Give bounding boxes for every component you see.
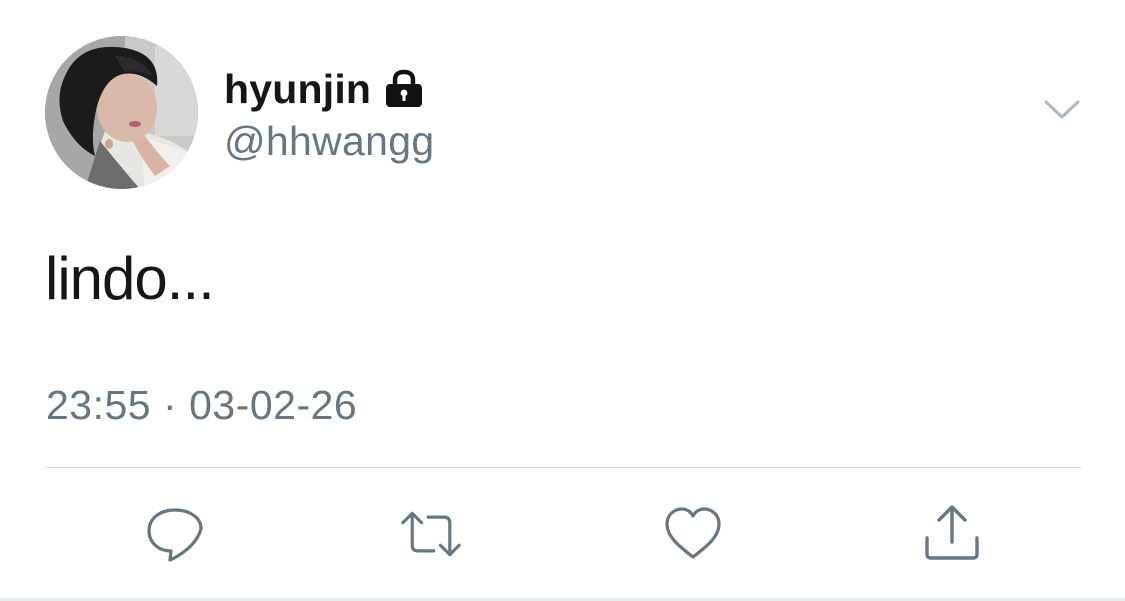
heart-icon <box>665 507 721 559</box>
display-name[interactable]: hyunjin <box>224 66 371 113</box>
reply-icon <box>147 508 203 562</box>
chevron-down-icon[interactable] <box>1040 92 1084 128</box>
retweet-button[interactable] <box>400 504 462 564</box>
avatar[interactable] <box>45 36 198 189</box>
meta-separator: · <box>163 382 178 428</box>
lock-icon <box>383 68 425 110</box>
tweet-timestamp[interactable]: 23:55 · 03-02-26 <box>46 382 357 429</box>
tweet-text: lindo... <box>45 245 215 312</box>
user-handle[interactable]: @hhwangg <box>224 118 434 165</box>
tweet-time: 23:55 <box>46 382 152 428</box>
tweet-date: 03-02-26 <box>189 382 358 428</box>
retweet-icon <box>401 511 461 557</box>
user-name-row: hyunjin <box>224 64 425 114</box>
like-button[interactable] <box>662 504 724 564</box>
share-button[interactable] <box>921 504 983 564</box>
profile-photo <box>45 36 198 189</box>
divider <box>45 467 1081 468</box>
share-icon <box>925 505 979 560</box>
reply-button[interactable] <box>144 504 206 564</box>
